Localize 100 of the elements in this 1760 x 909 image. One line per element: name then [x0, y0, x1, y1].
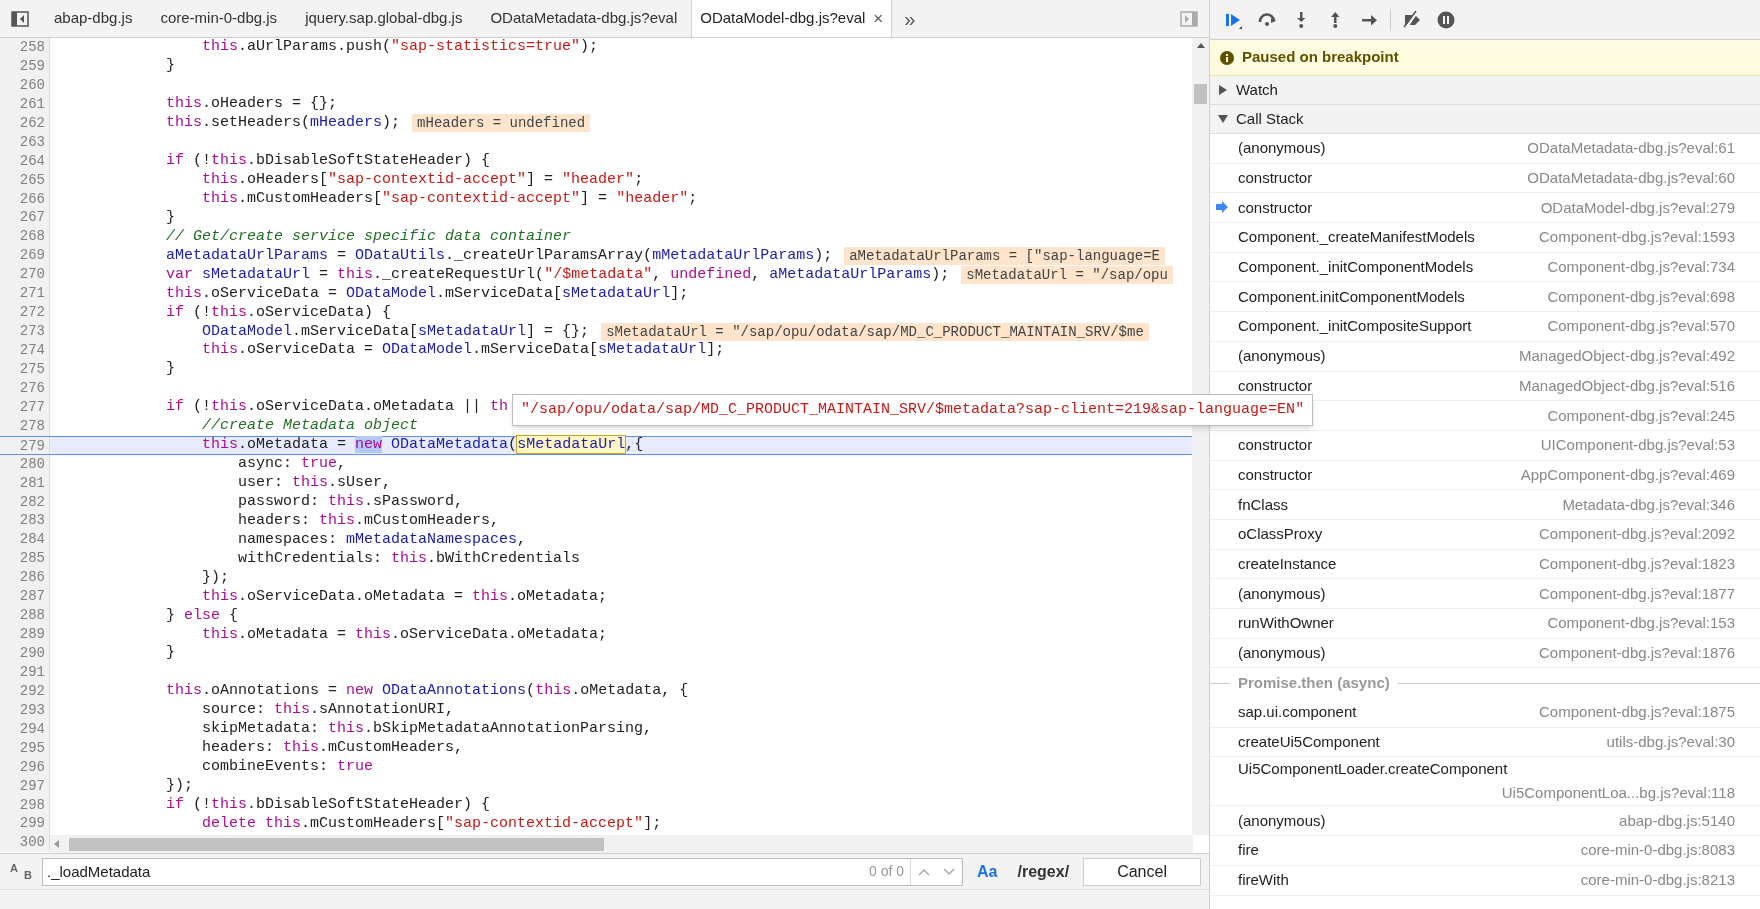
section-header[interactable]: Watch — [1210, 76, 1760, 105]
code-line: this.oHeaders = {}; — [165, 95, 338, 114]
frame-name[interactable]: (anonymous) — [1238, 136, 1326, 161]
section-title: Call Stack — [1236, 108, 1304, 129]
code-line: if (!this.oServiceData) { — [165, 303, 392, 322]
frame-name[interactable]: Component._initCompositeSupport — [1238, 314, 1472, 339]
code-line: withCredentials: this.bWithCredentials — [237, 549, 581, 568]
frame-location: Component-dbg.js?eval:1593 — [1538, 227, 1735, 248]
frame-location: ODataMetadata-dbg.js?eval:60 — [1526, 168, 1735, 189]
frame-name[interactable]: runWithOwner — [1238, 611, 1334, 636]
frame-name[interactable]: (anonymous) — [1238, 808, 1326, 833]
frame-name[interactable]: (anonymous) — [1238, 581, 1326, 606]
frame-name[interactable]: constructor — [1238, 166, 1313, 191]
file-tab[interactable]: ODataMetadata-dbg.js?eval — [476, 0, 692, 37]
search-option-toggle[interactable]: /regex/ — [1011, 859, 1076, 884]
line-number: 271 — [0, 284, 50, 304]
frame-location: Component-dbg.js?eval:1823 — [1538, 553, 1735, 574]
file-tab[interactable]: jquery.sap.global-dbg.js — [291, 0, 477, 37]
tab-label: ODataModel-dbg.js?eval — [700, 8, 866, 29]
panel-toggle-icon — [1180, 10, 1198, 27]
line-number: 300 — [0, 833, 50, 853]
replace-toggle-button[interactable]: A B — [8, 858, 34, 885]
code-line: } — [165, 57, 176, 76]
code-line: //create Metadata object — [201, 417, 419, 436]
search-option-toggle[interactable]: Aa — [971, 859, 1004, 884]
cancel-button[interactable]: Cancel — [1083, 857, 1201, 886]
file-tab[interactable]: abap-dbg.js — [40, 0, 147, 37]
code-line: combineEvents: true — [201, 758, 374, 777]
code-line: user: this.sUser, — [237, 474, 392, 493]
frame-name[interactable]: Ui5ComponentLoader.createComponent — [1238, 757, 1508, 782]
frame-name[interactable]: createUi5Component — [1238, 730, 1380, 755]
code-line: }); — [201, 568, 230, 587]
inline-value: mHeaders = undefined — [412, 114, 591, 133]
section-title: Watch — [1236, 79, 1278, 100]
tab-label: abap-dbg.js — [54, 8, 133, 29]
line-number: 287 — [0, 587, 50, 607]
code-line: this.mCustomHeaders["sap-contextid-accept"] = "header"; — [201, 189, 698, 208]
tab-label: jquery.sap.global-dbg.js — [305, 8, 463, 29]
sidebar-toggle-icon — [11, 10, 29, 27]
line-number: 285 — [0, 549, 50, 569]
code-line: if (!this.oServiceData.oMetadata || th — [165, 398, 509, 417]
line-number: 288 — [0, 606, 50, 626]
frame-location: Component-dbg.js?eval:570 — [1546, 316, 1735, 337]
frame-name[interactable]: fire — [1238, 838, 1259, 863]
frame-name[interactable]: fireWith — [1238, 868, 1289, 893]
line-number: 274 — [0, 341, 50, 360]
horizontal-scrollbar[interactable] — [50, 835, 1193, 853]
frame-location: Component-dbg.js?eval:1877 — [1538, 583, 1735, 604]
frame-location: Component-dbg.js?eval:2092 — [1538, 524, 1735, 545]
frame-name[interactable]: oClassProxy — [1238, 522, 1323, 547]
frame-name[interactable]: sap.ui.component — [1238, 700, 1357, 725]
frame-location: utils-dbg.js?eval:30 — [1605, 732, 1735, 753]
line-number: 268 — [0, 227, 50, 247]
frame-name[interactable]: (anonymous) — [1238, 344, 1326, 369]
close-tab-button[interactable]: × — [873, 5, 884, 32]
code-line: this.oServiceData = ODataModel.mServiceData[sMetadataUrl]; — [201, 341, 725, 360]
frame-location: AppComponent-dbg.js?eval:469 — [1519, 464, 1735, 485]
caret-down-icon — [1218, 114, 1228, 124]
code-line: ODataModel.mServiceData[sMetadataUrl] = {}; — [201, 322, 590, 341]
frame-location: Component-dbg.js?eval:245 — [1546, 405, 1735, 426]
frame-location: Metadata-dbg.js?eval:346 — [1561, 494, 1735, 515]
inline-value: aMetadataUrlParams = ["sap-language=E — [844, 246, 1166, 265]
current-frame-arrow-icon — [1216, 201, 1228, 214]
file-tab[interactable]: ODataModel-dbg.js?eval × — [691, 0, 893, 37]
frame-name[interactable]: (anonymous) — [1238, 641, 1326, 666]
code-line: } — [165, 644, 176, 663]
frame-name[interactable]: Component.initComponentModels — [1238, 284, 1465, 309]
frame-name[interactable]: fnClass — [1238, 492, 1289, 517]
inline-value: sMetadataUrl = "/sap/opu/odata/sap/MD_C_PRODUCT_MAINTAIN_SRV/$me — [601, 322, 1149, 341]
frame-name[interactable]: constructor — [1238, 433, 1313, 458]
inline-value: sMetadataUrl = "/sap/opu — [961, 265, 1173, 284]
frame-location: core-min-0-dbg.js:8083 — [1579, 840, 1735, 861]
frame-name[interactable]: Component._createManifestModels — [1238, 225, 1475, 250]
value-tooltip: "/sap/opu/odata/sap/MD_C_PRODUCT_MAINTAIN_SRV/$metadata?sap-client=219&sap-language=EN" — [512, 394, 1314, 426]
code-line: this.oAnnotations = new ODataAnnotations(this.oMetadata, { — [165, 682, 689, 701]
line-number: 286 — [0, 568, 50, 588]
chevron-up-icon — [917, 867, 930, 876]
frame-name[interactable]: constructor — [1238, 195, 1313, 220]
code-line: this.setHeaders(mHeaders); — [165, 114, 401, 133]
frame-name[interactable]: constructor — [1238, 462, 1313, 487]
section-header[interactable]: Call Stack — [1210, 105, 1760, 134]
frame-location: Component-dbg.js?eval:153 — [1546, 613, 1735, 634]
frame-name[interactable]: createInstance — [1238, 551, 1337, 576]
file-tab[interactable]: core-min-0-dbg.js — [146, 0, 292, 37]
async-separator-label: Promise.then (async) — [1238, 672, 1390, 693]
code-line: skipMetadata: this.bSkipMetadataAnnotationParsing, — [201, 720, 653, 739]
code-line: delete this.mCustomHeaders["sap-contextid-accept"]; — [201, 814, 662, 833]
frame-location: ManagedObject-dbg.js?eval:516 — [1518, 375, 1735, 396]
frame-location: ODataMetadata-dbg.js?eval:61 — [1526, 138, 1735, 159]
more-tabs-button[interactable]: » — [892, 0, 928, 37]
line-number: 279 — [0, 436, 50, 454]
frame-location: ODataModel-dbg.js?eval:279 — [1539, 197, 1735, 218]
frame-location: Component-dbg.js?eval:698 — [1546, 286, 1735, 307]
code-line: this.oServiceData = ODataModel.mServiceData[sMetadataUrl]; — [165, 284, 689, 303]
info-icon — [1220, 50, 1234, 65]
frame-location: ManagedObject-dbg.js?eval:492 — [1518, 346, 1735, 367]
frame-name[interactable]: Component._initComponentModels — [1238, 255, 1474, 280]
line-number: 269 — [0, 246, 50, 266]
frame-location: UIComponent-dbg.js?eval:53 — [1539, 435, 1735, 456]
code-line: // Get/create service specific data container — [165, 227, 572, 246]
